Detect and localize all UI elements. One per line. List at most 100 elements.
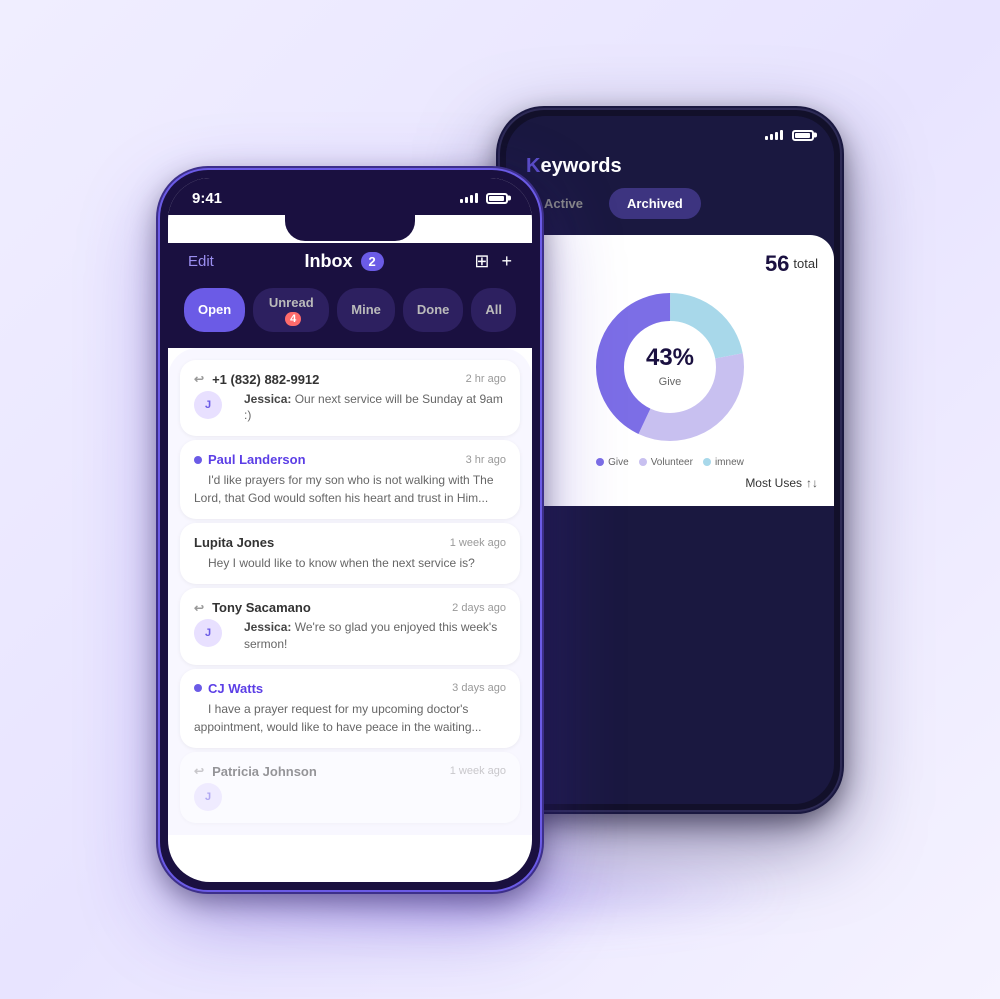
message-preview-group-0: J Jessica: Our next service will be Sund… (194, 391, 506, 425)
inbox-header: Edit Inbox 2 ⊞ + (168, 243, 532, 288)
legend-imnew: imnew (703, 457, 744, 468)
message-sender-3: ↩ Tony Sacamano (194, 600, 311, 615)
back-header: Keywords Active Archived (506, 147, 834, 231)
message-time-2: 1 week ago (450, 537, 506, 549)
total-number: 56 (765, 251, 789, 277)
signal-bar-f2 (465, 197, 468, 203)
donut-label: Give (659, 376, 682, 388)
message-time-3: 2 days ago (452, 602, 506, 614)
unread-badge: 4 (285, 312, 301, 326)
message-time-5: 1 week ago (450, 765, 506, 777)
tab-all[interactable]: All (471, 288, 516, 332)
signal-bar-1 (765, 136, 768, 140)
filter-tabs: Open Unread 4 Mine Done All (168, 288, 532, 348)
message-time-1: 3 hr ago (466, 454, 506, 466)
avatar-3: J (194, 619, 222, 647)
keywords-content: 56 total (506, 235, 834, 506)
message-preview-0: Jessica: Our next service will be Sunday… (244, 391, 506, 425)
chart-legend: Give Volunteer imnew (522, 457, 818, 468)
battery-icon-back (792, 130, 814, 141)
message-item-1[interactable]: Paul Landerson 3 hr ago I'd like prayers… (180, 440, 520, 519)
back-title-prefix: K (526, 155, 540, 177)
message-item-5[interactable]: ↩ Patricia Johnson 1 week ago J (180, 752, 520, 823)
inbox-title: Inbox (305, 251, 353, 272)
legend-dot-volunteer (639, 458, 647, 466)
signal-bar-2 (770, 134, 773, 140)
archived-tabs: Active Archived (526, 188, 814, 219)
battery-fill-front (489, 196, 504, 201)
phone-front-inbox: 9:41 Edit (160, 170, 540, 890)
message-sender-5: ↩ Patricia Johnson (194, 764, 317, 779)
tab-mine[interactable]: Mine (337, 288, 395, 332)
phone-front-inner: 9:41 Edit (168, 178, 532, 882)
reply-arrow-3: ↩ (194, 601, 204, 615)
message-sender-1: Paul Landerson (194, 452, 306, 467)
legend-dot-imnew (703, 458, 711, 466)
signal-bar-f4 (475, 193, 478, 203)
header-actions: ⊞ + (474, 251, 512, 272)
sort-icon[interactable]: ↑↓ (806, 476, 818, 490)
reply-arrow-0: ↩ (194, 372, 204, 386)
back-title: Keywords (526, 155, 814, 178)
back-status-bar (506, 116, 834, 147)
tab-unread[interactable]: Unread 4 (253, 288, 329, 332)
back-title-text: eywords (540, 155, 621, 177)
donut-center: 43% Give (646, 344, 694, 390)
message-item-2[interactable]: Lupita Jones 1 week ago Hey I would like… (180, 523, 520, 584)
tab-archived[interactable]: Archived (609, 188, 701, 219)
messages-list: ↩ +1 (832) 882-9912 2 hr ago J Jessica: … (168, 348, 532, 835)
phone-back-inner: Keywords Active Archived 56 total (506, 116, 834, 804)
message-time-0: 2 hr ago (466, 373, 506, 385)
most-uses-label: Most Uses (745, 476, 802, 490)
message-header-3: ↩ Tony Sacamano 2 days ago (194, 600, 506, 615)
message-preview-2: Hey I would like to know when the next s… (208, 556, 475, 570)
message-header-5: ↩ Patricia Johnson 1 week ago (194, 764, 506, 779)
header-title-group: Inbox 2 (305, 251, 384, 272)
legend-volunteer: Volunteer (639, 457, 693, 468)
edit-button[interactable]: Edit (188, 253, 214, 270)
message-preview-group-5: J (194, 783, 506, 811)
battery-fill-back (795, 133, 810, 138)
message-sender-2: Lupita Jones (194, 535, 274, 550)
status-icons (460, 193, 508, 204)
signal-bar-3 (775, 132, 778, 140)
legend-label-give: Give (608, 457, 629, 468)
avatar-0: J (194, 391, 222, 419)
message-header-0: ↩ +1 (832) 882-9912 2 hr ago (194, 372, 506, 387)
legend-dot-give (596, 458, 604, 466)
tab-done[interactable]: Done (403, 288, 464, 332)
legend-give: Give (596, 457, 629, 468)
phones-container: Keywords Active Archived 56 total (160, 110, 840, 890)
unread-dot-4 (194, 684, 202, 692)
status-time: 9:41 (192, 190, 222, 207)
message-preview-4: I have a prayer request for my upcoming … (194, 702, 482, 734)
signal-bars-back (765, 130, 783, 140)
unread-dot-1 (194, 456, 202, 464)
tab-open[interactable]: Open (184, 288, 245, 332)
donut-chart: 43% Give (590, 287, 750, 447)
message-preview-3: Jessica: We're so glad you enjoyed this … (244, 619, 506, 653)
filter-icon[interactable]: ⊞ (474, 251, 489, 272)
message-item-0[interactable]: ↩ +1 (832) 882-9912 2 hr ago J Jessica: … (180, 360, 520, 437)
message-preview-group-3: J Jessica: We're so glad you enjoyed thi… (194, 619, 506, 653)
signal-bar-4 (780, 130, 783, 140)
legend-label-volunteer: Volunteer (651, 457, 693, 468)
message-sender-4: CJ Watts (194, 681, 263, 696)
legend-label-imnew: imnew (715, 457, 744, 468)
signal-bar-f1 (460, 199, 463, 203)
message-time-4: 3 days ago (452, 682, 506, 694)
inbox-badge: 2 (361, 252, 384, 271)
battery-icon-front (486, 193, 508, 204)
compose-icon[interactable]: + (501, 251, 512, 272)
donut-percent: 43% (646, 344, 694, 372)
total-label: total (793, 256, 818, 271)
signal-bars-front (460, 193, 478, 203)
message-item-4[interactable]: CJ Watts 3 days ago I have a prayer requ… (180, 669, 520, 748)
message-header-1: Paul Landerson 3 hr ago (194, 452, 506, 467)
signal-bar-f3 (470, 195, 473, 203)
message-header-2: Lupita Jones 1 week ago (194, 535, 506, 550)
message-item-3[interactable]: ↩ Tony Sacamano 2 days ago J Jessica: We… (180, 588, 520, 665)
phone-back-keywords: Keywords Active Archived 56 total (500, 110, 840, 810)
message-preview-1: I'd like prayers for my son who is not w… (194, 473, 494, 505)
most-uses-row: Most Uses ↑↓ (522, 476, 818, 490)
